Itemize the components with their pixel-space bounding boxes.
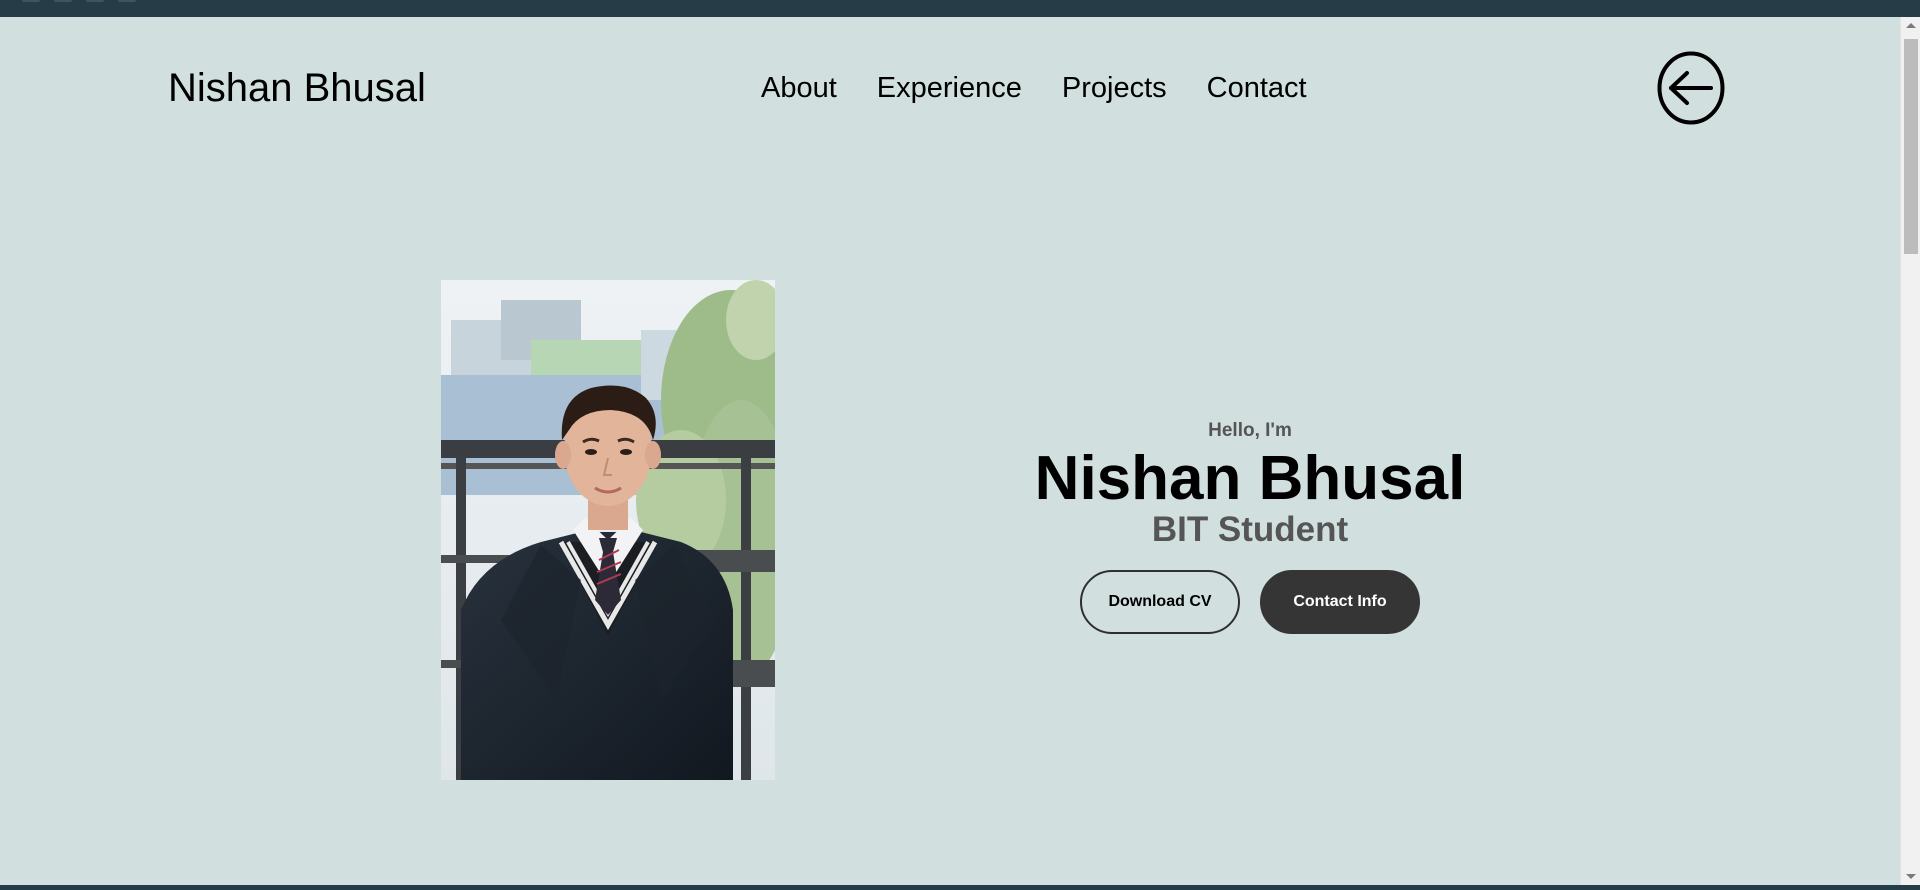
scroll-up-icon[interactable]: [1906, 23, 1916, 28]
nav-item-projects: Projects: [1062, 72, 1167, 105]
hero-text-block: Hello, I'm Nishan Bhusal BIT Student Dow…: [960, 420, 1540, 634]
nav-link-about[interactable]: About: [761, 72, 837, 104]
scrollbar-thumb[interactable]: [1904, 39, 1918, 254]
nav-item-about: About: [761, 72, 837, 105]
arrow-left-circle-icon[interactable]: [1656, 51, 1726, 125]
browser-bottom-bar: [0, 885, 1920, 890]
page-scrollbar[interactable]: [1900, 17, 1920, 885]
browser-top-bar: [0, 0, 1920, 17]
hero-subtitle: BIT Student: [1151, 510, 1349, 550]
greeting-text: Hello, I'm: [1208, 420, 1292, 441]
hero-buttons: Download CV Contact Info: [960, 569, 1540, 634]
profile-photo: [441, 280, 775, 780]
download-cv-button[interactable]: Download CV: [1080, 569, 1240, 634]
nav-link-projects[interactable]: Projects: [1062, 72, 1167, 104]
nav-item-experience: Experience: [877, 72, 1022, 105]
nav-link-experience[interactable]: Experience: [877, 72, 1022, 104]
site-logo[interactable]: Nishan Bhusal: [168, 66, 426, 111]
nav-links: About Experience Projects Contact: [761, 72, 1307, 105]
scroll-down-icon[interactable]: [1906, 874, 1916, 879]
nav-item-contact: Contact: [1207, 72, 1307, 105]
nav-link-contact[interactable]: Contact: [1207, 72, 1307, 104]
hero-title: Nishan Bhusal: [1034, 444, 1466, 513]
contact-info-button[interactable]: Contact Info: [1260, 569, 1420, 634]
